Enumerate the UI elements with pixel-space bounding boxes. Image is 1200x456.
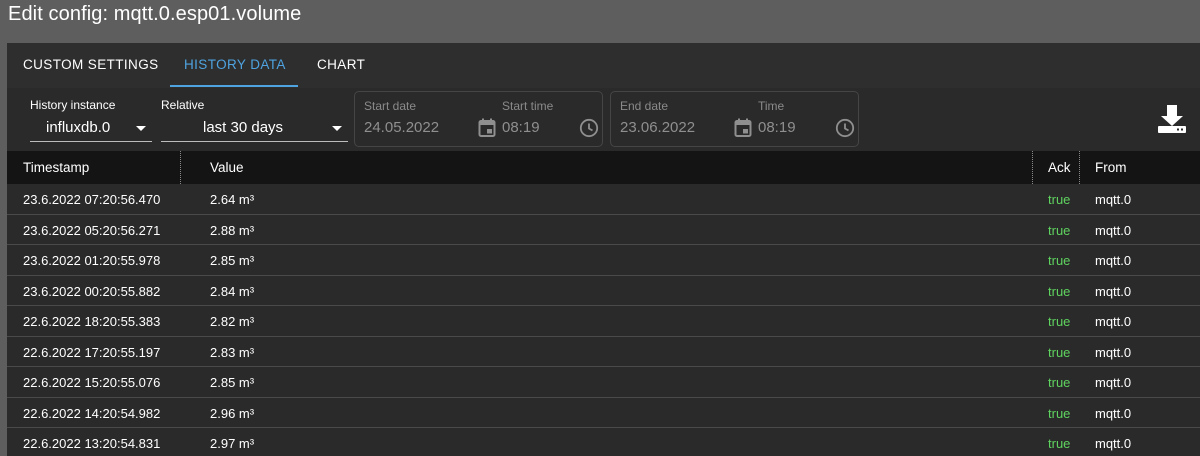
- relative-label: Relative: [161, 98, 205, 112]
- timestamp-cell: 23.6.2022 07:20:56.470: [23, 192, 161, 207]
- ack-cell: true: [1048, 253, 1071, 268]
- column-header-from[interactable]: From: [1095, 160, 1127, 175]
- tab-history-data[interactable]: HISTORY DATA: [184, 43, 286, 88]
- config-dialog: CUSTOM SETTINGS HISTORY DATA CHART Histo…: [7, 43, 1200, 456]
- table-row[interactable]: 23.6.2022 05:20:56.271 2.88 m³ true mqtt…: [7, 214, 1200, 245]
- table-row[interactable]: 22.6.2022 13:20:54.831 2.97 m³ true mqtt…: [7, 428, 1200, 456]
- column-resize-handle[interactable]: [1079, 151, 1080, 184]
- filter-bar: History instance influxdb.0 Relative las…: [7, 88, 1200, 150]
- timestamp-cell: 22.6.2022 14:20:54.982: [23, 405, 161, 421]
- end-date-label: End date: [620, 99, 669, 113]
- value-cell: 2.96 m³: [210, 405, 255, 421]
- table-row[interactable]: 23.6.2022 00:20:55.882 2.84 m³ true mqtt…: [7, 275, 1200, 306]
- end-date-input[interactable]: 23.06.2022: [620, 119, 695, 136]
- history-table-body: 23.6.2022 07:20:56.470 2.64 m³ true mqtt…: [7, 184, 1200, 456]
- history-instance-label: History instance: [30, 98, 116, 112]
- tab-chart[interactable]: CHART: [317, 43, 365, 88]
- ack-cell: true: [1048, 436, 1071, 451]
- from-cell: mqtt.0: [1095, 314, 1132, 329]
- value-cell: 2.64 m³: [210, 192, 255, 207]
- relative-value: last 30 days: [203, 119, 284, 136]
- tab-bar: CUSTOM SETTINGS HISTORY DATA CHART: [7, 43, 1200, 88]
- value-cell: 2.84 m³: [210, 283, 255, 299]
- ack-cell: true: [1048, 375, 1071, 390]
- start-time-label: Start time: [502, 99, 554, 113]
- history-instance-select[interactable]: influxdb.0: [30, 114, 152, 142]
- ack-cell: true: [1048, 192, 1071, 207]
- ack-cell: true: [1048, 314, 1071, 329]
- timestamp-cell: 23.6.2022 05:20:56.271: [23, 222, 161, 238]
- from-cell: mqtt.0: [1095, 253, 1132, 268]
- from-cell: mqtt.0: [1095, 436, 1132, 451]
- window-title: Edit config: mqtt.0.esp01.volume: [8, 3, 302, 25]
- end-datetime-group: End date 23.06.2022 Time 08:19: [610, 91, 859, 147]
- ack-cell: true: [1048, 405, 1071, 421]
- timestamp-cell: 23.6.2022 01:20:55.978: [23, 253, 161, 268]
- value-cell: 2.97 m³: [210, 436, 255, 451]
- clock-icon[interactable]: [835, 118, 855, 138]
- ack-cell: true: [1048, 283, 1071, 299]
- timestamp-cell: 22.6.2022 17:20:55.197: [23, 344, 161, 360]
- ack-cell: true: [1048, 344, 1071, 360]
- active-tab-indicator: [170, 85, 298, 87]
- timestamp-cell: 22.6.2022 18:20:55.383: [23, 314, 161, 329]
- calendar-icon[interactable]: [734, 118, 752, 138]
- history-instance-value: influxdb.0: [46, 119, 111, 136]
- value-cell: 2.85 m³: [210, 375, 255, 390]
- from-cell: mqtt.0: [1095, 405, 1132, 421]
- value-cell: 2.82 m³: [210, 314, 255, 329]
- table-row[interactable]: 23.6.2022 01:20:55.978 2.85 m³ true mqtt…: [7, 245, 1200, 276]
- column-resize-handle[interactable]: [1032, 151, 1033, 184]
- from-cell: mqtt.0: [1095, 192, 1132, 207]
- column-header-ack[interactable]: Ack: [1048, 160, 1071, 175]
- end-time-label: Time: [758, 99, 785, 113]
- table-row[interactable]: 22.6.2022 17:20:55.197 2.83 m³ true mqtt…: [7, 336, 1200, 367]
- table-row[interactable]: 23.6.2022 07:20:56.470 2.64 m³ true mqtt…: [7, 184, 1200, 215]
- end-time-input[interactable]: 08:19: [758, 119, 796, 136]
- value-cell: 2.88 m³: [210, 222, 255, 238]
- start-datetime-group: Start date 24.05.2022 Start time 08:19: [354, 91, 603, 147]
- ack-cell: true: [1048, 222, 1071, 238]
- from-cell: mqtt.0: [1095, 283, 1132, 299]
- from-cell: mqtt.0: [1095, 344, 1132, 360]
- table-row[interactable]: 22.6.2022 15:20:55.076 2.85 m³ true mqtt…: [7, 367, 1200, 398]
- column-resize-handle[interactable]: [180, 151, 181, 184]
- table-row[interactable]: 22.6.2022 18:20:55.383 2.82 m³ true mqtt…: [7, 306, 1200, 337]
- value-cell: 2.85 m³: [210, 253, 255, 268]
- chevron-down-icon: [332, 126, 342, 131]
- start-date-input[interactable]: 24.05.2022: [364, 119, 439, 136]
- chevron-down-icon: [136, 126, 146, 131]
- timestamp-cell: 22.6.2022 13:20:54.831: [23, 436, 161, 451]
- timestamp-cell: 22.6.2022 15:20:55.076: [23, 375, 161, 390]
- relative-select[interactable]: last 30 days: [161, 114, 348, 142]
- tab-custom-settings[interactable]: CUSTOM SETTINGS: [23, 43, 159, 88]
- start-time-input[interactable]: 08:19: [502, 119, 540, 136]
- timestamp-cell: 23.6.2022 00:20:55.882: [23, 283, 161, 299]
- table-header: Timestamp Value Ack From: [7, 151, 1200, 184]
- start-date-label: Start date: [364, 99, 417, 113]
- calendar-icon[interactable]: [478, 118, 496, 138]
- column-header-value[interactable]: Value: [210, 160, 244, 175]
- value-cell: 2.83 m³: [210, 344, 255, 360]
- from-cell: mqtt.0: [1095, 375, 1132, 390]
- table-row[interactable]: 22.6.2022 14:20:54.982 2.96 m³ true mqtt…: [7, 397, 1200, 428]
- column-header-timestamp[interactable]: Timestamp: [23, 160, 89, 175]
- download-icon[interactable]: [1157, 103, 1187, 135]
- clock-icon[interactable]: [579, 118, 599, 138]
- from-cell: mqtt.0: [1095, 222, 1132, 238]
